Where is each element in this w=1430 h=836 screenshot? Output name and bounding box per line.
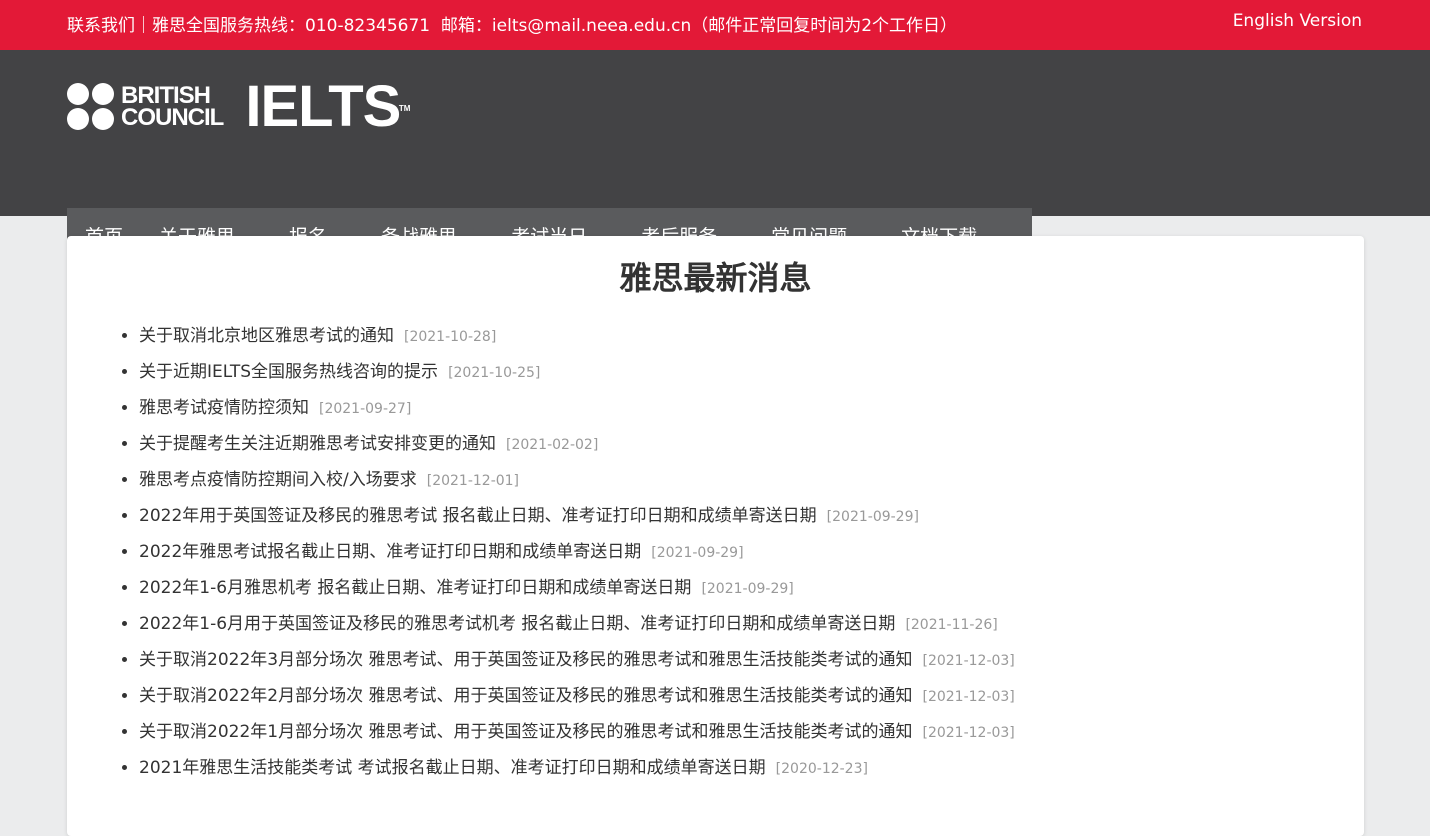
news-link[interactable]: 雅思考试疫情防控须知 [139, 398, 309, 418]
ielts-wordmark: IELTS TM [245, 78, 410, 136]
news-list: 关于取消北京地区雅思考试的通知 [2021-10-28] 关于近期IELTS全国服务… [67, 324, 1364, 792]
news-item: 关于取消2022年1月部分场次 雅思考试、用于英国签证及移民的雅思考试和雅思生活… [139, 720, 1364, 756]
contact-us-link[interactable]: 联系我们 [67, 16, 135, 36]
hotline-text: 雅思全国服务热线：010-82345671 [152, 16, 431, 36]
news-item: 关于近期IELTS全国服务热线咨询的提示 [2021-10-25] [139, 360, 1364, 396]
news-date: [2021-12-03] [922, 689, 1015, 705]
news-item: 关于提醒考生关注近期雅思考试安排变更的通知 [2021-02-02] [139, 432, 1364, 468]
news-link[interactable]: 2022年用于英国签证及移民的雅思考试 报名截止日期、准考证打印日期和成绩单寄送… [139, 506, 817, 526]
news-date: [2021-09-29] [826, 509, 919, 525]
news-item: 2022年1-6月用于英国签证及移民的雅思考试机考 报名截止日期、准考证打印日期… [139, 612, 1364, 648]
ielts-text: IELTS [245, 74, 401, 139]
english-version-link[interactable]: English Version [1233, 11, 1362, 31]
news-date: [2021-09-29] [701, 581, 794, 597]
news-date: [2021-10-28] [404, 329, 497, 345]
news-panel: 雅思最新消息 关于取消北京地区雅思考试的通知 [2021-10-28] 关于近期IE… [67, 236, 1364, 836]
british-council-wordmark: BRITISH COUNCIL [121, 84, 224, 131]
news-date: [2021-09-27] [319, 401, 412, 417]
news-link[interactable]: 2022年1-6月用于英国签证及移民的雅思考试机考 报名截止日期、准考证打印日期… [139, 614, 895, 634]
news-link[interactable]: 2022年雅思考试报名截止日期、准考证打印日期和成绩单寄送日期 [139, 542, 641, 562]
news-item: 关于取消2022年3月部分场次 雅思考试、用于英国签证及移民的雅思考试和雅思生活… [139, 648, 1364, 684]
news-date: [2021-11-26] [905, 617, 998, 633]
news-item: 2022年1-6月雅思机考 报名截止日期、准考证打印日期和成绩单寄送日期 [202… [139, 576, 1364, 612]
news-link[interactable]: 2021年雅思生活技能类考试 考试报名截止日期、准考证打印日期和成绩单寄送日期 [139, 758, 766, 778]
contact-divider: ｜ [135, 16, 152, 36]
news-date: [2020-12-23] [775, 761, 868, 777]
brand-line2: COUNCIL [121, 104, 224, 131]
news-item: 关于取消北京地区雅思考试的通知 [2021-10-28] [139, 324, 1364, 360]
news-date: [2021-02-02] [506, 437, 599, 453]
news-item: 关于取消2022年2月部分场次 雅思考试、用于英国签证及移民的雅思考试和雅思生活… [139, 684, 1364, 720]
news-link[interactable]: 关于取消北京地区雅思考试的通知 [139, 326, 394, 346]
contact-info: 联系我们｜雅思全国服务热线：010-82345671 邮箱：ielts@mail… [67, 11, 957, 36]
news-item: 雅思考试疫情防控须知 [2021-09-27] [139, 396, 1364, 432]
news-date: [2021-12-03] [922, 725, 1015, 741]
news-link[interactable]: 关于近期IELTS全国服务热线咨询的提示 [139, 362, 438, 382]
news-date: [2021-12-03] [922, 653, 1015, 669]
news-item: 2022年雅思考试报名截止日期、准考证打印日期和成绩单寄送日期 [2021-09-… [139, 540, 1364, 576]
news-link[interactable]: 关于取消2022年1月部分场次 雅思考试、用于英国签证及移民的雅思考试和雅思生活… [139, 722, 912, 742]
news-link[interactable]: 关于提醒考生关注近期雅思考试安排变更的通知 [139, 434, 496, 454]
news-item: 2022年用于英国签证及移民的雅思考试 报名截止日期、准考证打印日期和成绩单寄送… [139, 504, 1364, 540]
news-item: 2021年雅思生活技能类考试 考试报名截止日期、准考证打印日期和成绩单寄送日期 [… [139, 756, 1364, 792]
email-text: 邮箱：ielts@mail.neea.edu.cn（邮件正常回复时间为2个工作日… [440, 16, 958, 36]
page-title: 雅思最新消息 [619, 259, 812, 297]
news-item: 雅思考点疫情防控期间入校/入场要求 [2021-12-01] [139, 468, 1364, 504]
news-link[interactable]: 关于取消2022年2月部分场次 雅思考试、用于英国签证及移民的雅思考试和雅思生活… [139, 686, 912, 706]
news-date: [2021-10-25] [448, 365, 541, 381]
trademark: TM [398, 104, 411, 113]
site-logo[interactable]: BRITISH COUNCIL IELTS TM [67, 78, 410, 136]
news-link[interactable]: 关于取消2022年3月部分场次 雅思考试、用于英国签证及移民的雅思考试和雅思生活… [139, 650, 912, 670]
news-date: [2021-09-29] [651, 545, 744, 561]
top-bar: 联系我们｜雅思全国服务热线：010-82345671 邮箱：ielts@mail… [0, 0, 1430, 50]
news-link[interactable]: 雅思考点疫情防控期间入校/入场要求 [139, 470, 417, 490]
site-header: BRITISH COUNCIL IELTSTM 首页关于雅思报名备战雅思考试当日… [0, 50, 1430, 266]
british-council-dots-icon [67, 83, 115, 131]
news-link[interactable]: 2022年1-6月雅思机考 报名截止日期、准考证打印日期和成绩单寄送日期 [139, 578, 691, 598]
news-date: [2021-12-01] [426, 473, 520, 489]
